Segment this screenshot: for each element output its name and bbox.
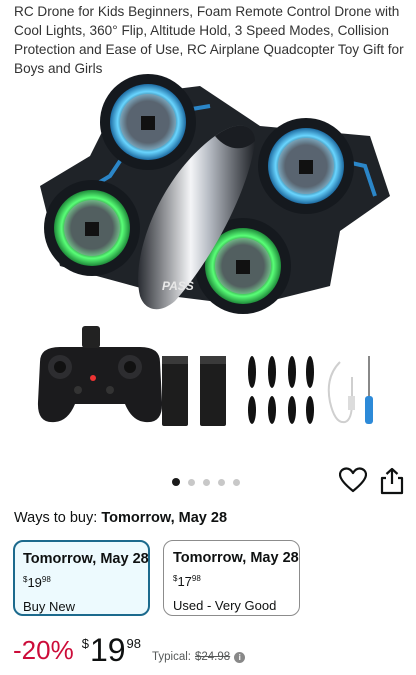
ways-to-buy-value: Tomorrow, May 28: [101, 510, 228, 526]
screwdriver: [365, 356, 373, 424]
ways-to-buy-label: Ways to buy:: [14, 510, 98, 526]
option-condition: Buy New: [23, 599, 76, 614]
remote-controller: [37, 326, 163, 423]
carousel-dot[interactable]: [188, 478, 195, 486]
option-price: $1998: [23, 575, 51, 590]
price-block: -20% $ 19 98: [13, 630, 141, 670]
buy-option-used[interactable]: Tomorrow, May 28 $1798 Used - Very Good: [163, 540, 300, 616]
share-icon[interactable]: [379, 467, 405, 495]
info-icon[interactable]: i: [234, 651, 246, 663]
heart-icon[interactable]: [339, 467, 367, 493]
buy-option-new[interactable]: Tomorrow, May 28 $1998 Buy New: [13, 540, 150, 616]
drone-rotor-green-left: [44, 180, 140, 276]
typical-price-value: $24.98: [195, 651, 231, 663]
option-condition: Used - Very Good: [173, 598, 277, 613]
propellers: [248, 356, 314, 424]
current-price: $ 19 98: [81, 632, 141, 668]
typical-price-label: Typical:: [152, 651, 191, 663]
carousel-dot[interactable]: [172, 478, 180, 486]
drone-label: PASS: [162, 279, 194, 293]
usb-cable: [327, 361, 353, 424]
product-image-accessories[interactable]: [0, 322, 416, 434]
ways-to-buy: Ways to buy: Tomorrow, May 28: [14, 510, 227, 526]
carousel-dot[interactable]: [233, 478, 240, 486]
option-price: $1798: [173, 574, 201, 589]
carousel-dot[interactable]: [203, 478, 210, 486]
typical-price: Typical: $24.98 i: [152, 651, 246, 663]
image-carousel-dots: [172, 478, 240, 486]
drone-rotor-blue-left: [100, 74, 196, 170]
option-delivery-date: Tomorrow, May 28: [23, 551, 149, 567]
discount-percent: -20%: [13, 635, 74, 665]
option-delivery-date: Tomorrow, May 28: [173, 550, 299, 566]
product-image-drone[interactable]: PASS: [0, 56, 416, 326]
battery-pack: [162, 356, 226, 426]
drone-rotor-blue-right: [258, 118, 354, 214]
carousel-dot[interactable]: [218, 478, 225, 486]
